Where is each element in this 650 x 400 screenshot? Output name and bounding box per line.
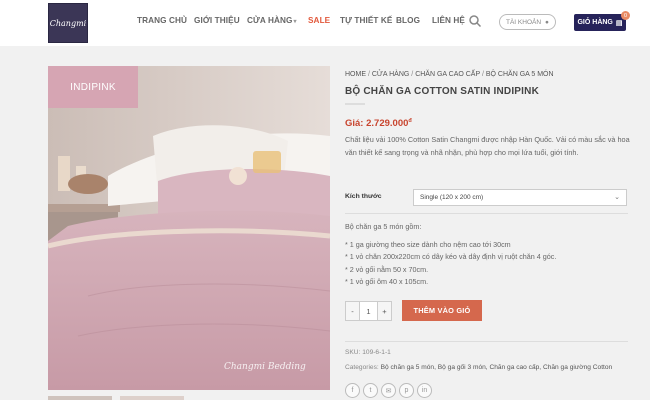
size-select[interactable]: Single (120 x 200 cm) ⌄ [413, 189, 627, 206]
search-icon[interactable] [468, 14, 482, 28]
divider [345, 341, 628, 342]
thumbnail-strip[interactable] [48, 396, 330, 400]
variation-row: Kích thước Single (120 x 200 cm) ⌄ [345, 189, 628, 207]
account-label: TÀI KHOẢN [506, 18, 542, 26]
breadcrumb-home[interactable]: HOME [345, 71, 366, 78]
product-image[interactable]: INDIPINK Changmi Bedding [48, 66, 330, 390]
set-item: * 2 vỏ gối nằm 50 x 70cm. [345, 264, 429, 274]
social-share: f t ✉ p in [345, 383, 432, 398]
categories-links[interactable]: Bộ chăn ga 5 món, Bộ ga gối 3 món, Chăn … [381, 364, 613, 371]
logo[interactable]: Changmi [48, 3, 88, 43]
breadcrumb-bo-chan-ga-5-mon[interactable]: BỘ CHĂN GA 5 MÓN [486, 71, 554, 78]
email-icon[interactable]: ✉ [381, 383, 396, 398]
thumbnail[interactable] [48, 396, 112, 400]
nav-cua-hang[interactable]: CỬA HÀNG▾ [247, 16, 297, 25]
nav-lien-he[interactable]: LIÊN HỆ [432, 16, 465, 25]
price-value: 2.729.000 [366, 118, 409, 130]
linkedin-icon[interactable]: in [417, 383, 432, 398]
nav-tu-thiet-ke[interactable]: TỰ THIẾT KẾ [340, 16, 392, 25]
size-select-value: Single (120 x 200 cm) [420, 194, 484, 201]
cart-count-badge: 0 [621, 11, 630, 20]
thumbnail[interactable] [120, 396, 184, 400]
breadcrumb-chan-ga-cao-cap[interactable]: CHĂN GA CAO CẤP [415, 71, 480, 78]
facebook-icon[interactable]: f [345, 383, 360, 398]
logo-text: Changmi [49, 18, 87, 28]
product-description: Chất liệu vải 100% Cotton Satin Changmi … [345, 135, 630, 157]
quantity-stepper: - 1 + [345, 301, 392, 321]
set-item: * 1 vỏ gối ôm 40 x 105cm. [345, 276, 429, 286]
set-title: Bộ chăn ga 5 món gồm: [345, 222, 422, 231]
variation-label: Kích thước [345, 193, 382, 200]
set-item: * 1 vỏ chăn 200x220cm có dây kéo và dây … [345, 252, 557, 262]
nav-gioi-thieu[interactable]: GIỚI THIỆU [194, 16, 240, 25]
nav-trang-chu[interactable]: TRANG CHỦ [137, 16, 187, 25]
brand-signature: Changmi Bedding [224, 362, 306, 372]
add-to-cart-button[interactable]: THÊM VÀO GIỎ [402, 300, 482, 321]
account-button[interactable]: TÀI KHOẢN ● [499, 14, 556, 30]
nav-cua-hang-label: CỬA HÀNG [247, 16, 293, 25]
nav-blog[interactable]: BLOG [396, 16, 420, 25]
product-price: Giá: 2.729.000đ [345, 118, 412, 129]
set-item: * 1 ga giường theo size dành cho nệm cao… [345, 240, 511, 250]
pinterest-icon[interactable]: p [399, 383, 414, 398]
categories-label: Categories: [345, 364, 379, 371]
nav-sale[interactable]: SALE [308, 16, 330, 25]
title-divider [345, 103, 365, 105]
breadcrumb-cua-hang[interactable]: CỬA HÀNG [372, 71, 410, 78]
divider [345, 213, 628, 214]
product-variant-tag: INDIPINK [48, 66, 138, 108]
price-label: Giá: [345, 118, 364, 130]
chevron-down-icon: ▾ [293, 19, 297, 25]
sku-line: SKU: 109-6-1-1 [345, 349, 391, 356]
currency-symbol: đ [408, 118, 412, 124]
qty-plus-button[interactable]: + [378, 302, 391, 320]
user-icon: ● [545, 18, 549, 26]
chevron-down-icon: ⌄ [614, 194, 620, 201]
bedding-photo [48, 66, 330, 390]
set-contents: Bộ chăn ga 5 món gồm: * 1 ga giường theo… [345, 221, 630, 288]
bag-icon: ▤ [615, 19, 623, 27]
product-title: BỘ CHĂN GA COTTON SATIN INDIPINK [345, 86, 539, 97]
qty-minus-button[interactable]: - [346, 302, 359, 320]
site-header: Changmi TRANG CHỦ GIỚI THIỆU CỬA HÀNG▾ S… [0, 0, 650, 46]
sku-value: 109-6-1-1 [362, 349, 391, 356]
sku-label: SKU: [345, 349, 361, 356]
cart-label: GIỎ HÀNG [577, 19, 613, 26]
cart-button[interactable]: GIỎ HÀNG ▤ [574, 14, 626, 31]
breadcrumb: HOME / CỬA HÀNG / CHĂN GA CAO CẤP / BỘ C… [345, 71, 554, 78]
qty-input[interactable]: 1 [359, 302, 378, 320]
categories-line: Categories: Bộ chăn ga 5 món, Bộ ga gối … [345, 364, 612, 371]
twitter-icon[interactable]: t [363, 383, 378, 398]
